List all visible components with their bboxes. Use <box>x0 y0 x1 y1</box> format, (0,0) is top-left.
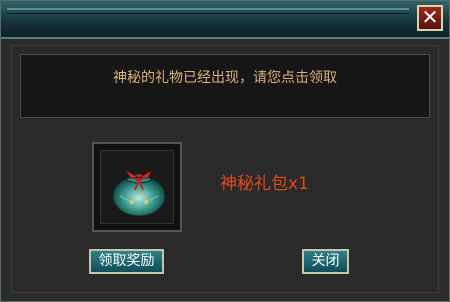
reward-dialog: ✕ 神秘的礼物已经出现，请您点击领取 神秘礼包x1 领取奖励 关闭 <box>0 0 450 302</box>
claim-reward-button[interactable]: 领取奖励 <box>89 249 164 274</box>
close-icon[interactable]: ✕ <box>417 5 443 31</box>
title-bar-rule-shadow <box>7 13 409 14</box>
message-box: 神秘的礼物已经出现，请您点击领取 <box>20 54 430 118</box>
reward-message: 神秘的礼物已经出现，请您点击领取 <box>113 70 337 86</box>
title-bar: ✕ <box>1 1 449 39</box>
gift-bag-icon <box>112 168 166 217</box>
close-button[interactable]: 关闭 <box>302 249 349 274</box>
item-slot[interactable] <box>92 142 182 232</box>
title-bar-rule <box>7 8 409 10</box>
item-label: 神秘礼包x1 <box>220 174 309 194</box>
dialog-body: 神秘的礼物已经出现，请您点击领取 神秘礼包x1 领取奖励 关闭 <box>11 45 439 293</box>
